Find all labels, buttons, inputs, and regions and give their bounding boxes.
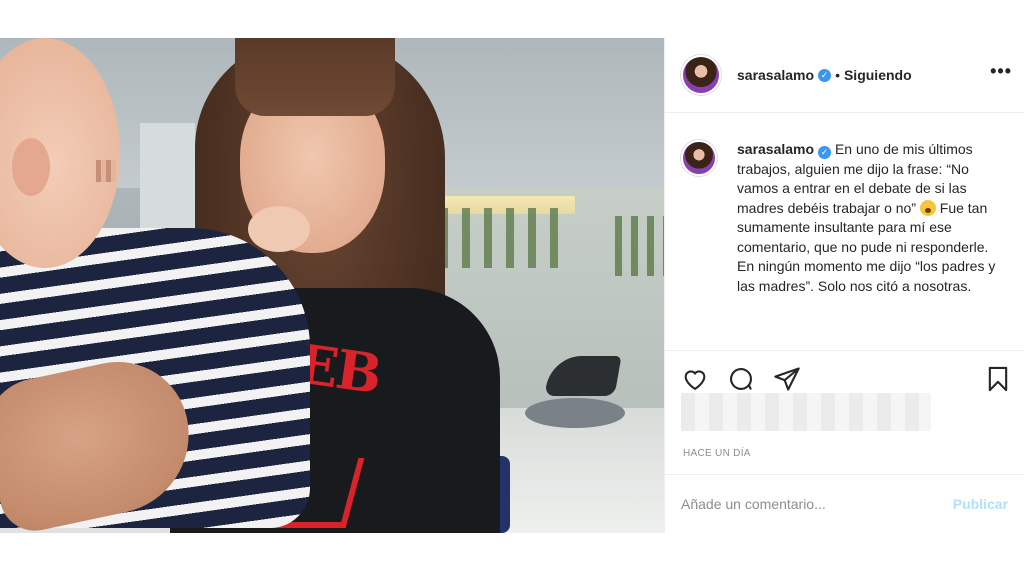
verified-badge-icon: ✓ — [818, 68, 832, 82]
caption-username[interactable]: sarasalamo — [737, 141, 814, 157]
publish-button[interactable]: Publicar — [953, 496, 1008, 512]
more-options-icon[interactable]: ••• — [990, 62, 1012, 80]
avatar[interactable] — [681, 55, 721, 95]
verified-badge-icon: ✓ — [818, 146, 832, 159]
photo-pixelated-area — [96, 160, 116, 182]
photo-table — [525, 398, 625, 428]
paper-plane-icon[interactable] — [773, 365, 801, 393]
comment-bubble-icon[interactable] — [727, 365, 755, 393]
comment-input[interactable] — [681, 496, 953, 512]
header-username[interactable]: sarasalamo — [737, 67, 814, 83]
photo-baby-ear — [12, 138, 50, 196]
photo-plants-right — [615, 216, 664, 276]
following-button[interactable]: Siguiendo — [844, 67, 912, 83]
comment-bar: Publicar — [665, 474, 1024, 533]
photo-woman-bangs — [235, 38, 395, 116]
post-side-panel: sarasalamo ✓ • Siguiendo ••• sarasalamo ✓… — [664, 38, 1024, 533]
caption-body-3: En ningún momento me dijo “los padres y … — [737, 258, 996, 294]
bookmark-icon[interactable] — [984, 365, 1012, 393]
photo-baby-hand — [248, 206, 310, 252]
post-caption: sarasalamo ✓ En uno de mis últimos trabaj… — [681, 140, 1011, 296]
astonished-face-emoji-icon — [919, 199, 936, 216]
header-separator: • — [835, 67, 840, 83]
likes-blurred — [681, 393, 931, 431]
heart-icon[interactable] — [681, 365, 709, 393]
post-photo[interactable]: QREB — [0, 38, 664, 533]
post-timestamp: HACE UN DÍA — [683, 448, 751, 459]
caption-text: sarasalamo ✓ En uno de mis últimos trabaj… — [737, 140, 1007, 296]
post-header: sarasalamo ✓ • Siguiendo ••• — [665, 38, 1024, 113]
caption-avatar[interactable] — [681, 140, 717, 176]
